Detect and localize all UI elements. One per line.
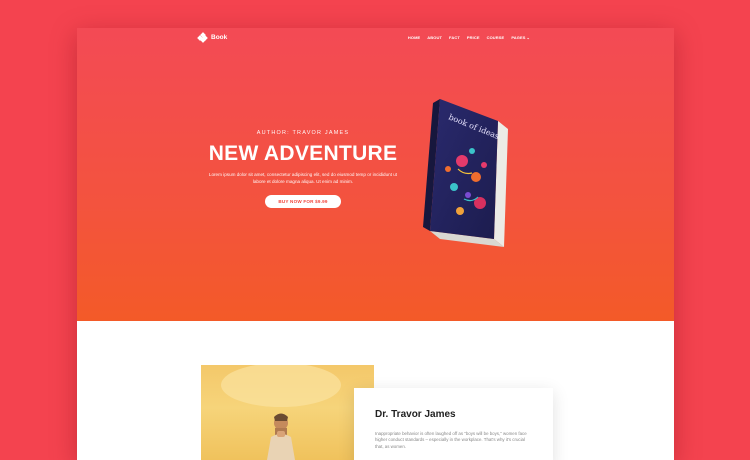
brand-name: Book [211,34,228,41]
nav-item-home[interactable]: HOME [408,35,420,40]
hero-author: AUTHOR: TRAVOR JAMES [256,130,350,136]
hero-content: AUTHOR: TRAVOR JAMES NEW ADVENTURE Lorem… [205,130,401,208]
hero-section: Book HOME ABOUT FACT PRICE COURSE PAGES⌄… [77,28,674,321]
nav-item-about[interactable]: ABOUT [427,35,442,40]
about-section: Dr. Travor James Inappropriate behavior … [77,321,674,460]
author-name: Dr. Travor James [375,409,456,420]
brand-logo[interactable]: Book [197,32,228,43]
hero-description: Lorem ipsum dolor sit amet, consectetur … [208,172,398,184]
nav-item-course[interactable]: COURSE [487,35,505,40]
diamond-grid-icon [197,32,208,43]
author-bio: Inappropriate behavior is often laughed … [375,431,527,449]
nav-item-pages[interactable]: PAGES⌄ [511,35,530,40]
top-nav: Book HOME ABOUT FACT PRICE COURSE PAGES⌄ [77,28,674,48]
author-card: Dr. Travor James Inappropriate behavior … [354,388,553,460]
chevron-down-icon: ⌄ [526,35,530,40]
book-cover-image: book of ideas [423,99,508,247]
site-frame: Book HOME ABOUT FACT PRICE COURSE PAGES⌄… [77,28,674,460]
hero-title: NEW ADVENTURE [208,142,398,165]
nav-item-price[interactable]: PRICE [467,35,480,40]
nav-item-fact[interactable]: FACT [449,35,460,40]
nav-pages-label: PAGES [511,35,526,40]
author-photo [201,365,374,460]
buy-now-button[interactable]: BUY NOW FOR $9.99 [265,195,341,208]
main-menu: HOME ABOUT FACT PRICE COURSE PAGES⌄ [408,35,530,40]
